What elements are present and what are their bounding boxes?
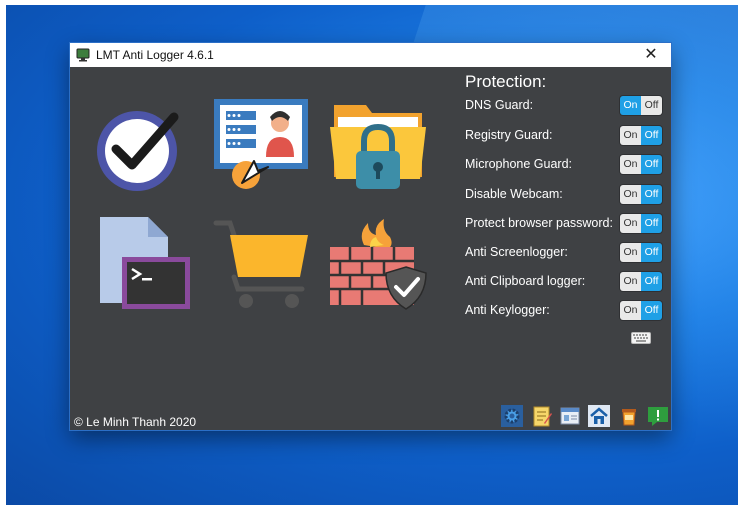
option-anti-screenlogger-label: Anti Screenlogger: xyxy=(465,245,568,259)
option-protect-browser-password-label: Protect browser password: xyxy=(465,216,613,230)
toggle-on-segment[interactable]: On xyxy=(620,243,641,262)
disable-webcam-toggle[interactable]: On Off xyxy=(620,185,662,204)
toggle-on-segment[interactable]: On xyxy=(620,126,641,145)
toggle-off-segment[interactable]: Off xyxy=(641,155,662,174)
home-icon[interactable] xyxy=(588,405,610,427)
toggle-on-segment[interactable]: On xyxy=(620,96,641,115)
id-card-icon[interactable] xyxy=(559,405,581,427)
dns-guard-toggle[interactable]: On Off xyxy=(620,96,662,115)
folder-lock-icon[interactable] xyxy=(328,95,428,195)
option-microphone-guard-label: Microphone Guard: xyxy=(465,157,573,171)
toggle-off-segment[interactable]: Off xyxy=(641,185,662,204)
close-button[interactable]: ✕ xyxy=(637,45,665,65)
option-anti-clipboard-logger-label: Anti Clipboard logger: xyxy=(465,274,586,288)
settings-icon[interactable] xyxy=(501,405,523,427)
registry-guard-toggle[interactable]: On Off xyxy=(620,126,662,145)
toggle-off-segment[interactable]: Off xyxy=(641,272,662,291)
option-anti-keylogger-label: Anti Keylogger: xyxy=(465,303,550,317)
toggle-off-segment[interactable]: Off xyxy=(641,214,662,233)
shopping-cart-icon[interactable] xyxy=(212,213,312,313)
protection-heading: Protection: xyxy=(465,72,547,91)
option-registry-guard-label: Registry Guard: xyxy=(465,128,553,142)
protect-browser-password-toggle[interactable]: On Off xyxy=(620,214,662,233)
app-window: LMT Anti Logger 4.6.1 ✕ Protection: DNS … xyxy=(70,43,671,430)
toggle-on-segment[interactable]: On xyxy=(620,185,641,204)
copyright-text: © Le Minh Thanh 2020 xyxy=(74,415,197,429)
toggle-off-segment[interactable]: Off xyxy=(641,243,662,262)
option-disable-webcam-label: Disable Webcam: xyxy=(465,187,563,201)
toggle-on-segment[interactable]: On xyxy=(620,214,641,233)
toggle-off-segment[interactable]: Off xyxy=(641,301,662,320)
title-bar[interactable]: LMT Anti Logger 4.6.1 ✕ xyxy=(70,43,671,67)
clock-check-icon[interactable] xyxy=(92,99,192,199)
microphone-guard-toggle[interactable]: On Off xyxy=(620,155,662,174)
keyboard-icon[interactable] xyxy=(631,332,651,344)
anti-clipboard-logger-toggle[interactable]: On Off xyxy=(620,272,662,291)
anti-screenlogger-toggle[interactable]: On Off xyxy=(620,243,662,262)
terminal-file-icon[interactable] xyxy=(92,213,192,313)
trash-icon[interactable] xyxy=(618,405,640,427)
app-icon xyxy=(76,48,90,62)
window-title: LMT Anti Logger 4.6.1 xyxy=(96,48,214,62)
toggle-on-segment[interactable]: On xyxy=(620,155,641,174)
toggle-on-segment[interactable]: On xyxy=(620,272,641,291)
firewall-icon[interactable] xyxy=(328,215,428,315)
toggle-off-segment[interactable]: Off xyxy=(641,126,662,145)
anti-keylogger-toggle[interactable]: On Off xyxy=(620,301,662,320)
toggle-off-segment[interactable]: Off xyxy=(641,96,662,115)
user-panel-icon[interactable] xyxy=(212,95,312,195)
option-dns-guard-label: DNS Guard: xyxy=(465,98,534,112)
notes-icon[interactable] xyxy=(531,405,553,427)
toggle-on-segment[interactable]: On xyxy=(620,301,641,320)
message-alert-icon[interactable] xyxy=(647,405,669,427)
